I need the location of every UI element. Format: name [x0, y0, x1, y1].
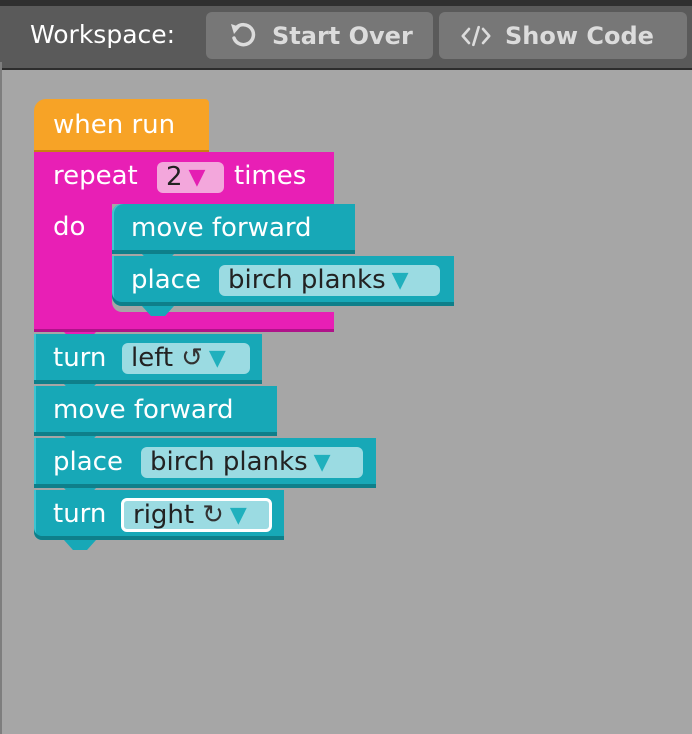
turn-right-notch	[64, 540, 96, 550]
start-over-button[interactable]: Start Over	[206, 12, 433, 59]
dropdown-arrow-icon: ▼	[391, 268, 409, 293]
turn-right-direction-dropdown[interactable]: right ↻ ▼	[121, 498, 272, 532]
inner-place-label: place	[131, 265, 201, 295]
dropdown-arrow-icon: ▼	[229, 502, 247, 528]
move-forward-label: move forward	[53, 395, 234, 425]
start-over-label: Start Over	[272, 21, 413, 50]
workspace-header: Workspace: Start Over Show Code	[0, 0, 692, 70]
workspace-label: Workspace:	[30, 20, 176, 49]
code-icon	[461, 21, 491, 51]
place-item-dropdown[interactable]: birch planks ▼	[141, 447, 363, 478]
turn-left-direction-dropdown[interactable]: left ↺ ▼	[122, 343, 250, 374]
dropdown-arrow-icon: ▼	[313, 450, 331, 475]
inner-place-item-dropdown[interactable]: birch planks ▼	[219, 265, 440, 296]
repeat-do-label: do	[53, 212, 86, 242]
dropdown-arrow-icon: ▼	[208, 346, 226, 371]
repeat-label: repeat	[53, 161, 138, 191]
repeat-count-value: 2	[166, 162, 183, 192]
repeat-times-label: times	[234, 161, 307, 191]
inner-move-forward-label: move forward	[131, 213, 312, 243]
turn-left-label: turn	[53, 343, 107, 373]
rotate-right-icon: ↻	[202, 499, 224, 530]
rotate-left-icon: ↺	[181, 343, 203, 373]
turn-left-direction-value: left	[131, 343, 174, 373]
undo-icon	[228, 21, 258, 51]
inner-place-item-value: birch planks	[228, 265, 386, 295]
place-label: place	[53, 447, 123, 477]
repeat-count-dropdown[interactable]: 2 ▼	[157, 162, 224, 193]
turn-right-label: turn	[53, 499, 107, 529]
move-forward-block[interactable]: move forward	[34, 386, 277, 436]
when-run-block[interactable]: when run	[34, 99, 209, 153]
dropdown-arrow-icon: ▼	[188, 165, 206, 190]
inner-move-forward-block[interactable]: move forward	[112, 204, 355, 254]
place-item-value: birch planks	[150, 447, 308, 477]
show-code-label: Show Code	[505, 21, 654, 50]
show-code-button[interactable]: Show Code	[439, 12, 687, 59]
turn-right-direction-value: right	[133, 499, 195, 530]
workspace-border	[0, 62, 2, 734]
when-run-label: when run	[53, 110, 176, 140]
